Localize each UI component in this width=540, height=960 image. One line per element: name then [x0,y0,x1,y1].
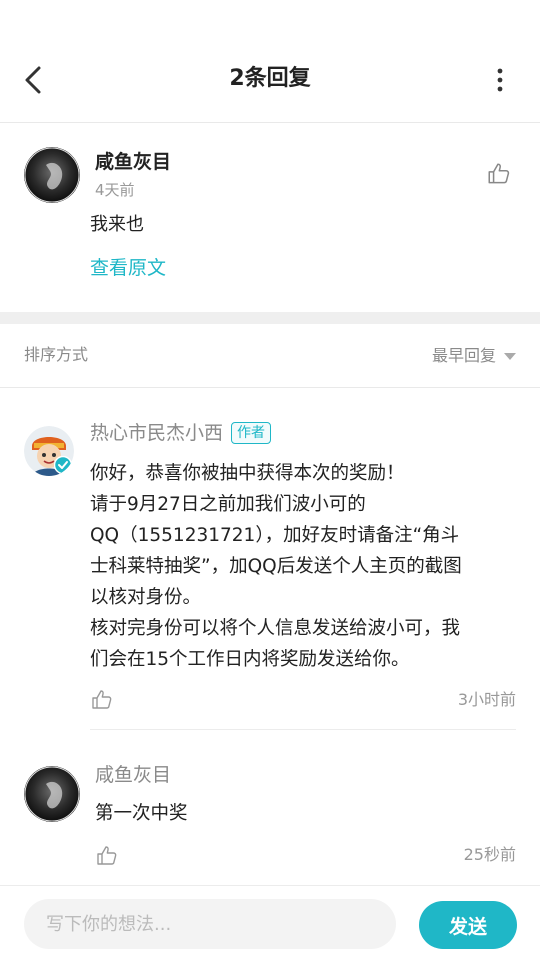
reply-text-line: 们会在15个工作日内将奖励发送给你。 [90,649,410,670]
comment-username[interactable]: 咸鱼灰目 [95,149,171,175]
send-button[interactable]: 发送 [419,901,517,949]
reply-text-line: 你好，恭喜你被抽中获得本次的奖励！ [90,463,405,484]
reply-text-line: 核对完身份可以将个人信息发送给波小可，我 [90,618,461,639]
comment-timestamp: 4天前 [95,181,135,199]
author-badge: 作者 [231,422,272,444]
sort-bar: 排序方式 最早回复 [0,324,540,388]
comment-text: 我来也 [90,214,144,235]
reply-text-line: QQ（1551231721），加好友时请备注“角斗 [90,525,460,546]
sort-selected-value: 最早回复 [431,346,496,365]
reply-text: 第一次中奖 [95,803,188,824]
view-original-link[interactable]: 查看原文 [90,254,166,282]
comment-input[interactable] [24,899,396,949]
reply-username-text: 热心市民杰小西 [90,422,224,444]
list-item: 咸鱼灰目 第一次中奖 25秒前 [0,730,540,885]
original-comment: 咸鱼灰目 4天前 我来也 查看原文 [0,123,540,312]
reply-username[interactable]: 咸鱼灰目 [95,762,171,788]
composer-bar: 发送 [0,885,540,960]
reply-timestamp: 3小时前 [457,690,516,709]
more-button[interactable] [488,66,512,94]
thumbs-up-icon [488,163,510,184]
section-divider [0,312,540,324]
avatar[interactable] [24,147,80,203]
reply-username[interactable]: 热心市民杰小西 作者 [90,420,272,446]
reply-username-text: 咸鱼灰目 [95,764,172,786]
avatar[interactable] [24,426,74,476]
verified-icon [54,456,72,474]
like-button[interactable] [95,844,119,868]
reply-timestamp: 25秒前 [463,845,516,864]
avatar[interactable] [24,766,80,822]
sort-dropdown[interactable]: 最早回复 [432,344,516,368]
reply-text-line: 以核对身份。 [90,587,202,608]
like-button[interactable] [90,688,114,712]
reply-text: 你好，恭喜你被抽中获得本次的奖励！ 请于9月27日之前加我们波小可的 QQ（15… [90,458,520,675]
thumbs-up-icon [97,846,117,865]
page-title: 2条回复 [229,66,311,91]
caret-down-icon [504,352,516,360]
sort-label: 排序方式 [24,345,89,364]
reply-text-line: 请于9月27日之前加我们波小可的 [90,494,366,515]
top-bar: 2条回复 [0,0,540,123]
reply-text-line: 士科莱特抽奖”，加QQ后发送个人主页的截图 [90,556,462,577]
more-vertical-icon [497,68,503,92]
thumbs-up-icon [92,690,112,709]
list-item: 热心市民杰小西 作者 你好，恭喜你被抽中获得本次的奖励！ 请于9月27日之前加我… [0,388,540,730]
like-button[interactable] [486,161,512,187]
